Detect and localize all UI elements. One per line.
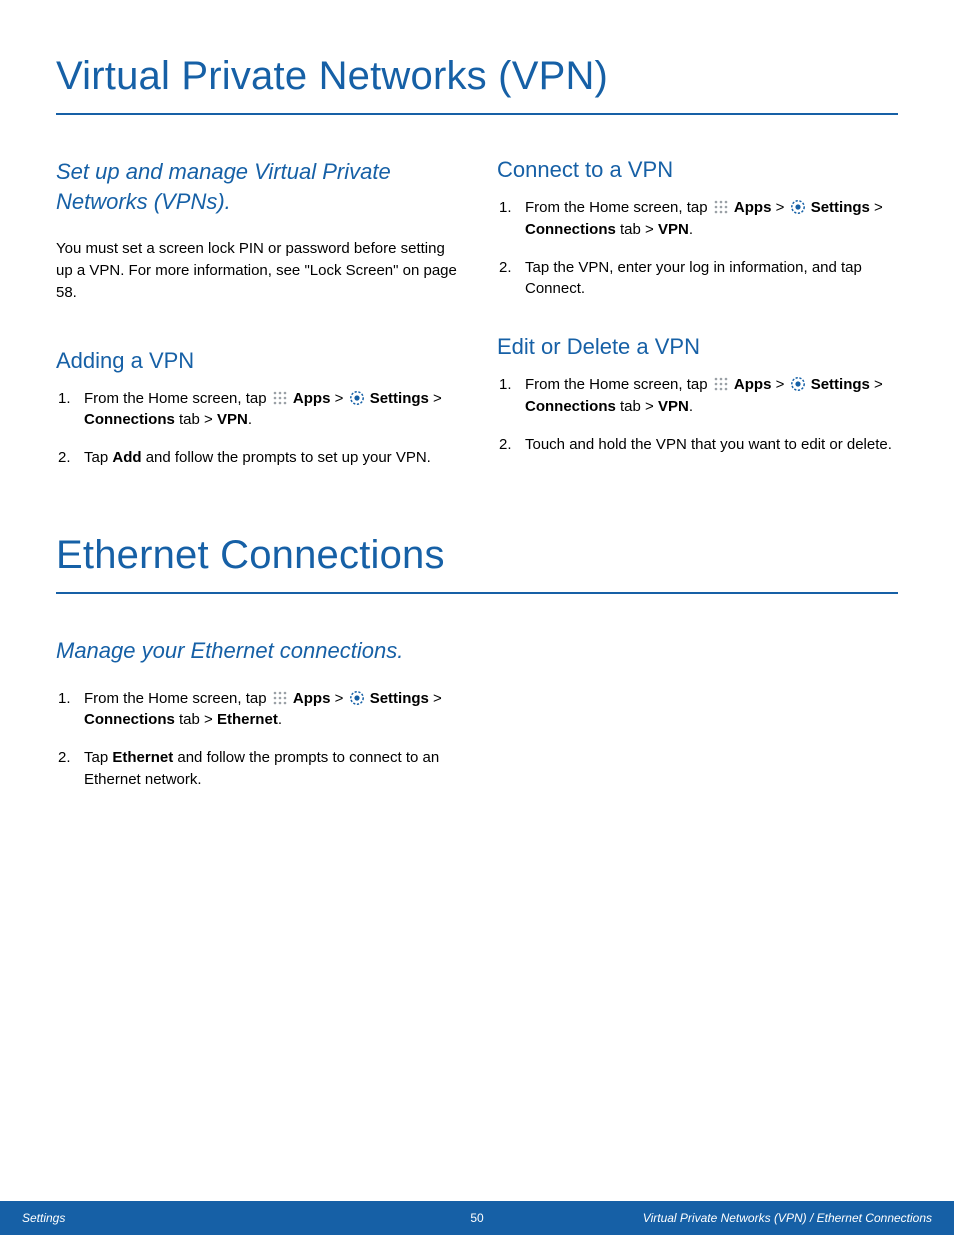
step-text: From the Home screen, tap: [525, 376, 712, 393]
connect-vpn-steps: From the Home screen, tap Apps > Setting…: [497, 197, 898, 300]
left-column: Set up and manage Virtual Private Networ…: [56, 157, 457, 503]
step-bold: Connections: [525, 221, 616, 238]
step-bold: Connections: [525, 398, 616, 415]
settings-icon: [349, 690, 365, 706]
ethernet-subtitle: Manage your Ethernet connections.: [56, 636, 457, 666]
step-text: .: [278, 711, 282, 728]
list-item: Tap Ethernet and follow the prompts to c…: [56, 747, 457, 791]
step-text: tab >: [175, 711, 217, 728]
adding-vpn-steps: From the Home screen, tap Apps > Setting…: [56, 388, 457, 469]
apps-icon: [713, 199, 729, 215]
step-text: >: [330, 390, 347, 407]
vpn-subtitle: Set up and manage Virtual Private Networ…: [56, 157, 457, 216]
ethernet-steps: From the Home screen, tap Apps > Setting…: [56, 688, 457, 791]
step-text: .: [689, 221, 693, 238]
right-column: Connect to a VPN From the Home screen, t…: [497, 157, 898, 503]
step-bold: Apps: [734, 376, 772, 393]
step-text: >: [429, 390, 442, 407]
apps-icon: [713, 376, 729, 392]
step-text: >: [330, 690, 347, 707]
list-item: Tap Add and follow the prompts to set up…: [56, 447, 457, 469]
ethernet-right-column: [497, 636, 898, 825]
step-bold: Connections: [84, 411, 175, 428]
step-bold: Apps: [293, 390, 331, 407]
step-bold: Add: [112, 449, 141, 466]
step-bold: Settings: [811, 199, 870, 216]
apps-icon: [272, 690, 288, 706]
list-item: Tap the VPN, enter your log in informati…: [497, 257, 898, 301]
list-item: From the Home screen, tap Apps > Setting…: [497, 197, 898, 241]
step-text: From the Home screen, tap: [84, 390, 271, 407]
list-item: From the Home screen, tap Apps > Setting…: [56, 388, 457, 432]
step-bold: Ethernet: [112, 749, 173, 766]
step-bold: Apps: [293, 690, 331, 707]
list-item: Touch and hold the VPN that you want to …: [497, 434, 898, 456]
step-text: Tap the VPN, enter your log in informati…: [525, 259, 862, 298]
step-bold: Settings: [370, 690, 429, 707]
page-title-vpn: Virtual Private Networks (VPN): [56, 54, 898, 115]
step-bold: VPN: [658, 398, 689, 415]
step-bold: Ethernet: [217, 711, 278, 728]
list-item: From the Home screen, tap Apps > Setting…: [56, 688, 457, 732]
heading-adding-vpn: Adding a VPN: [56, 348, 457, 374]
step-text: >: [771, 199, 788, 216]
step-text: Tap: [84, 449, 112, 466]
step-text: tab >: [175, 411, 217, 428]
step-bold: VPN: [658, 221, 689, 238]
step-text: >: [870, 199, 883, 216]
step-text: Tap: [84, 749, 112, 766]
settings-icon: [790, 199, 806, 215]
step-text: From the Home screen, tap: [84, 690, 271, 707]
settings-icon: [349, 390, 365, 406]
step-text: .: [248, 411, 252, 428]
step-bold: VPN: [217, 411, 248, 428]
heading-connect-vpn: Connect to a VPN: [497, 157, 898, 183]
footer-topic: Virtual Private Networks (VPN) / Etherne…: [484, 1211, 932, 1225]
step-bold: Settings: [370, 390, 429, 407]
step-text: >: [429, 690, 442, 707]
page-title-ethernet: Ethernet Connections: [56, 533, 898, 594]
edit-vpn-steps: From the Home screen, tap Apps > Setting…: [497, 374, 898, 455]
apps-icon: [272, 390, 288, 406]
step-text: tab >: [616, 221, 658, 238]
footer-section: Settings: [22, 1211, 470, 1225]
vpn-intro: You must set a screen lock PIN or passwo…: [56, 238, 457, 303]
list-item: From the Home screen, tap Apps > Setting…: [497, 374, 898, 418]
step-text: >: [870, 376, 883, 393]
footer-page-number: 50: [470, 1211, 483, 1225]
step-text: Touch and hold the VPN that you want to …: [525, 436, 892, 453]
step-bold: Settings: [811, 376, 870, 393]
ethernet-left-column: Manage your Ethernet connections. From t…: [56, 636, 457, 825]
step-text: .: [689, 398, 693, 415]
page-footer: Settings 50 Virtual Private Networks (VP…: [0, 1201, 954, 1235]
settings-icon: [790, 376, 806, 392]
step-text: tab >: [616, 398, 658, 415]
step-bold: Connections: [84, 711, 175, 728]
step-text: >: [771, 376, 788, 393]
step-text: and follow the prompts to set up your VP…: [142, 449, 431, 466]
step-text: From the Home screen, tap: [525, 199, 712, 216]
heading-edit-vpn: Edit or Delete a VPN: [497, 334, 898, 360]
step-bold: Apps: [734, 199, 772, 216]
